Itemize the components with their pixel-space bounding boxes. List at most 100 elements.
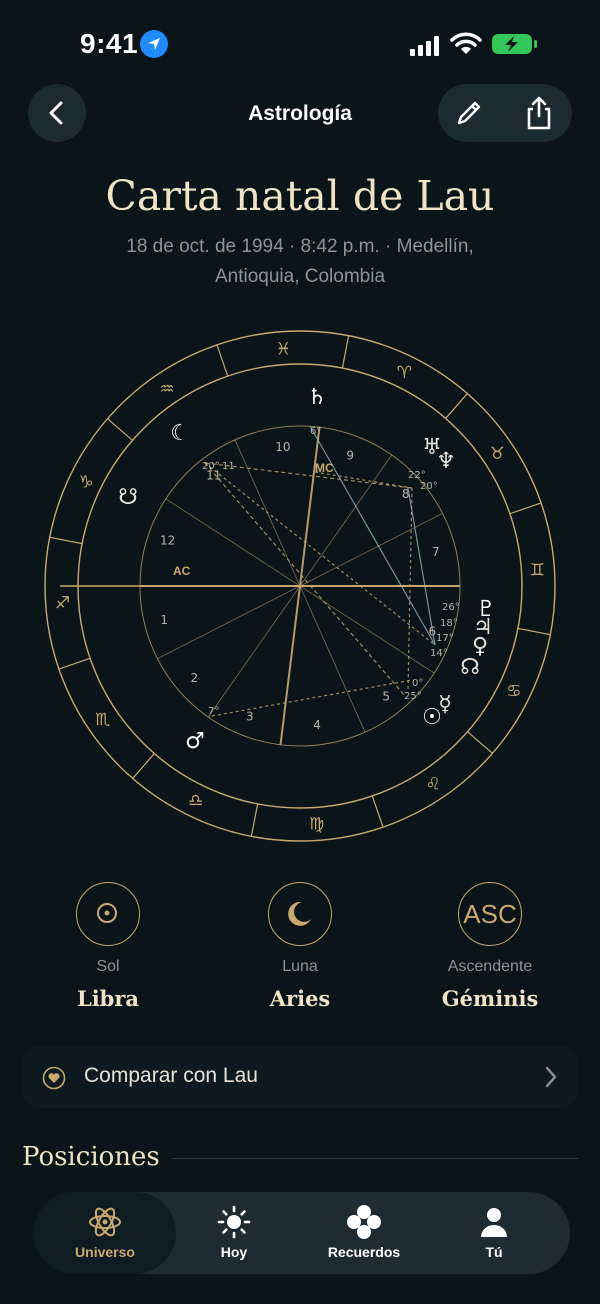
saturn-glyph: ♄ bbox=[307, 385, 327, 410]
zodiac-sign-7: ♍ bbox=[309, 814, 324, 834]
compare-label: Comparar con Lau bbox=[84, 1064, 258, 1087]
degree-label: 6° bbox=[310, 426, 321, 437]
tab-universo-label: Universo bbox=[75, 1244, 135, 1260]
house-cusp-line bbox=[299, 512, 443, 587]
aspect-line bbox=[407, 487, 413, 691]
house-number-5: 5 bbox=[382, 689, 390, 703]
house-cusp-line bbox=[299, 585, 435, 674]
sign-divider bbox=[341, 335, 350, 369]
degree-label: 11 bbox=[222, 461, 235, 472]
degree-label: 20° bbox=[202, 461, 220, 472]
ac-label: AC bbox=[173, 564, 191, 578]
chevron-right-icon bbox=[545, 1066, 557, 1088]
aspect-line bbox=[204, 462, 436, 646]
sun-glyph: ☉ bbox=[422, 705, 442, 730]
sign-divider bbox=[250, 803, 259, 837]
birth-details-line-2: Antioquia, Colombia bbox=[214, 266, 386, 287]
moon-glyph: ☾ bbox=[170, 421, 190, 446]
divider bbox=[172, 1158, 578, 1159]
degree-label: 0° bbox=[412, 678, 423, 689]
moon-sign[interactable]: Luna Aries bbox=[210, 882, 390, 1011]
sign-divider bbox=[371, 795, 384, 828]
share-icon[interactable] bbox=[524, 96, 554, 130]
ascendant-label: Ascendente bbox=[447, 958, 533, 975]
sun-value: Libra bbox=[76, 986, 140, 1011]
sign-divider bbox=[509, 502, 542, 515]
zodiac-sign-9: ♋ bbox=[506, 681, 521, 701]
house-number-7: 7 bbox=[432, 545, 440, 559]
moon-value: Aries bbox=[269, 986, 331, 1011]
ascendant-sign[interactable]: ASC Ascendente Géminis bbox=[400, 882, 580, 1011]
zodiac-sign-4: ♐ bbox=[55, 594, 70, 614]
zodiac-sign-3: ♑ bbox=[78, 473, 93, 493]
zodiac-sign-1: ♓ bbox=[276, 340, 291, 360]
zodiac-sign-11: ♉ bbox=[490, 444, 505, 464]
tab-recuerdos-label: Recuerdos bbox=[327, 1244, 401, 1260]
sun-icon bbox=[76, 882, 140, 946]
birth-details: 18 de oct. de 1994 · 8:42 p.m. · Medellí… bbox=[60, 232, 540, 292]
clover-icon bbox=[347, 1205, 381, 1239]
clock: 9:41 bbox=[80, 28, 139, 59]
natal-chart-wheel[interactable]: ♓♒♑♐♏♎♍♌♋♊♉♈123456789101112ACMC6°20°1122… bbox=[40, 328, 560, 848]
tab-recuerdos[interactable]: Recuerdos bbox=[297, 1192, 431, 1274]
house-cusp-line bbox=[299, 585, 366, 733]
zodiac-sign-2: ♒ bbox=[159, 380, 174, 400]
battery-icon bbox=[492, 34, 537, 54]
degree-label: 26° bbox=[442, 602, 460, 613]
degree-label: 25° bbox=[404, 691, 422, 702]
degree-label: 20° bbox=[420, 481, 438, 492]
ascendant-value: Géminis bbox=[441, 986, 539, 1011]
aspect-line bbox=[314, 471, 413, 489]
sign-divider bbox=[517, 627, 551, 636]
heart-icon bbox=[42, 1066, 66, 1090]
sign-divider bbox=[467, 731, 493, 754]
sign-divider bbox=[107, 418, 133, 441]
aspect-line bbox=[204, 462, 413, 489]
sun-label: Sol bbox=[96, 958, 120, 975]
pencil-icon[interactable] bbox=[454, 98, 484, 128]
degree-label: 18° bbox=[440, 618, 458, 629]
sign-divider bbox=[49, 536, 83, 545]
sign-divider bbox=[132, 753, 155, 779]
house-number-4: 4 bbox=[313, 718, 321, 732]
person-icon bbox=[481, 1208, 507, 1237]
node_s-glyph: ☋ bbox=[118, 485, 138, 510]
tab-tu-label: Tú bbox=[485, 1244, 503, 1260]
ascendant-icon: ASC bbox=[458, 882, 522, 946]
sign-divider bbox=[216, 344, 229, 377]
positions-heading: Posiciones bbox=[22, 1142, 160, 1172]
neptune-glyph: ♆ bbox=[436, 449, 456, 474]
zodiac-sign-5: ♏ bbox=[95, 710, 110, 730]
atom-icon bbox=[89, 1207, 121, 1237]
house-number-3: 3 bbox=[246, 710, 254, 724]
sun-icon bbox=[217, 1205, 251, 1239]
house-number-2: 2 bbox=[191, 671, 199, 685]
zodiac-sign-8: ♌ bbox=[425, 774, 440, 794]
degree-label: 14° bbox=[430, 648, 448, 659]
sign-divider bbox=[58, 657, 91, 670]
tab-hoy[interactable]: Hoy bbox=[167, 1192, 301, 1274]
birth-details-line-1: 18 de oct. de 1994 · 8:42 p.m. · Medellí… bbox=[126, 236, 474, 257]
ascendant-abbrev: ASC bbox=[463, 899, 517, 929]
status-bar: 9:41 bbox=[0, 0, 600, 88]
wifi-icon bbox=[450, 32, 482, 54]
nav-actions bbox=[438, 84, 572, 142]
degree-label: 22° bbox=[408, 470, 426, 481]
compare-row[interactable]: Comparar con Lau bbox=[22, 1046, 578, 1108]
mars-glyph: ♂ bbox=[185, 729, 205, 754]
degree-label: 7° bbox=[208, 706, 219, 717]
degree-label: 17° bbox=[436, 633, 454, 644]
venus-glyph: ♀ bbox=[472, 634, 488, 659]
page-title: Carta natal de Lau bbox=[105, 172, 495, 220]
house-number-9: 9 bbox=[346, 448, 354, 462]
house-number-10: 10 bbox=[275, 440, 290, 454]
tab-tu[interactable]: Tú bbox=[427, 1192, 561, 1274]
sun-sign[interactable]: Sol Libra bbox=[18, 882, 198, 1011]
sign-divider bbox=[445, 393, 468, 419]
tab-hoy-label: Hoy bbox=[220, 1244, 248, 1260]
signal-icon bbox=[410, 36, 439, 56]
moon-icon bbox=[268, 882, 332, 946]
zodiac-sign-10: ♊ bbox=[530, 560, 545, 580]
moon-label: Luna bbox=[282, 958, 318, 975]
tab-universo[interactable]: Universo bbox=[34, 1192, 176, 1274]
